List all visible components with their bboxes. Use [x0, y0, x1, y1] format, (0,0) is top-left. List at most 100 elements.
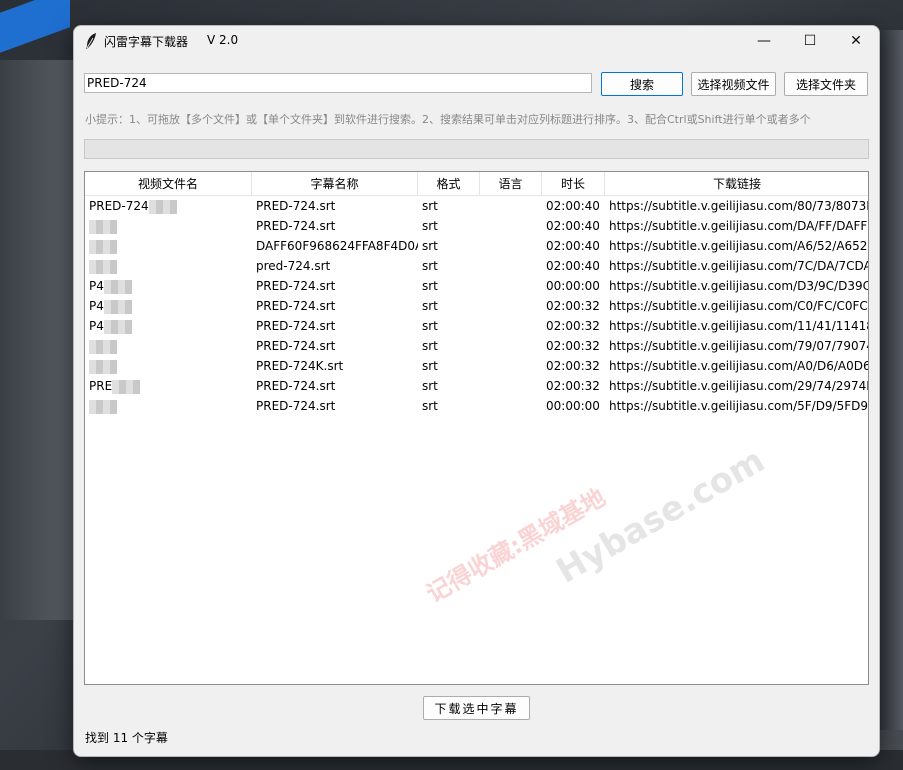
- table-cell: 02:00:32: [546, 319, 600, 333]
- desktop-backdrop-left: [0, 60, 75, 620]
- table-cell: srt: [422, 239, 438, 253]
- table-cell: srt: [422, 399, 438, 413]
- column-header-duration[interactable]: 时长: [542, 172, 605, 195]
- table-cell: [480, 236, 542, 256]
- table-cell: 02:00:40: [546, 219, 600, 233]
- results-table: 视频文件名 字幕名称 格式 语言 时长 下载链接 PRED-724 PRED-72…: [84, 171, 869, 685]
- pixelated-mosaic: [103, 299, 132, 314]
- table-cell: PRED-724.srt: [256, 199, 336, 213]
- table-cell: [85, 396, 252, 416]
- status-text: 找到 11 个字幕: [85, 731, 168, 745]
- table-cell: PRED-724.srt: [256, 319, 336, 333]
- table-row[interactable]: P4 PRED-724.srt srt 02:00:32 https://subtitl…: [85, 296, 868, 316]
- video-filename: P4: [89, 319, 104, 333]
- table-cell: PRED-724: [85, 196, 252, 216]
- table-row[interactable]: PRED-724.srt srt 02:00:32 https://subtitle.…: [85, 336, 869, 356]
- table-cell: srt: [422, 299, 438, 313]
- minimize-button[interactable]: —: [741, 26, 787, 56]
- table-cell: https://subtitle.v.geilijiasu.com/11/41/…: [609, 319, 869, 333]
- table-cell: DAFF60F968624FFA8F4D0A1: [256, 239, 418, 253]
- table-cell: PRED-724.srt: [256, 219, 336, 233]
- column-header-video[interactable]: 视频文件名: [85, 172, 252, 195]
- table-cell: srt: [422, 359, 438, 373]
- table-cell: PRED-724.srt: [256, 379, 336, 393]
- progress-bar: [84, 139, 869, 159]
- table-cell: [480, 396, 542, 416]
- table-cell: [480, 196, 542, 216]
- pixelated-mosaic: [89, 259, 117, 274]
- pixelated-mosaic: [148, 199, 177, 214]
- table-cell: pred-724.srt: [256, 259, 331, 273]
- column-header-link[interactable]: 下载链接: [605, 172, 868, 195]
- video-filename: PRED-724: [89, 199, 149, 213]
- select-folder-button[interactable]: 选择文件夹: [784, 72, 868, 96]
- table-cell: https://subtitle.v.geilijiasu.com/5F/D9/…: [609, 399, 869, 413]
- table-row[interactable]: PRED-724.srt srt 00:00:00 https://subtitle.…: [85, 396, 869, 416]
- desktop-backdrop-blue: [0, 0, 70, 53]
- column-header-language[interactable]: 语言: [480, 172, 542, 195]
- table-row[interactable]: P4 PRED-724.srt srt 02:00:32 https://subtitl…: [85, 316, 869, 336]
- pixelated-mosaic: [89, 339, 117, 354]
- table-cell: 02:00:32: [546, 359, 600, 373]
- table-row[interactable]: PRED-724.srt srt 02:00:40 https://subtitle.…: [85, 216, 868, 236]
- table-cell: srt: [422, 379, 438, 393]
- pixelated-mosaic: [89, 219, 117, 234]
- column-header-format[interactable]: 格式: [418, 172, 480, 195]
- table-cell: https://subtitle.v.geilijiasu.com/80/73/…: [609, 199, 869, 213]
- table-cell: 02:00:40: [546, 239, 600, 253]
- title-bar[interactable]: 闪雷字幕下载器 V 2.0 — ☐ ✕: [74, 26, 879, 56]
- table-cell: [480, 276, 542, 296]
- column-header-subtitle[interactable]: 字幕名称: [252, 172, 418, 195]
- download-selected-button[interactable]: 下载选中字幕: [423, 696, 530, 720]
- table-header: 视频文件名 字幕名称 格式 语言 时长 下载链接: [85, 172, 868, 196]
- table-body: PRED-724 PRED-724.srt srt 02:00:40 https://s…: [85, 196, 869, 416]
- table-cell: [85, 336, 252, 356]
- table-cell: [480, 356, 542, 376]
- table-cell: 02:00:32: [546, 339, 600, 353]
- table-cell: PRED-724.srt: [256, 339, 336, 353]
- table-cell: PRE: [85, 376, 252, 396]
- table-cell: [480, 256, 542, 276]
- table-cell: [480, 296, 542, 316]
- maximize-button[interactable]: ☐: [787, 26, 833, 56]
- search-input[interactable]: [84, 73, 592, 93]
- table-row[interactable]: pred-724.srt srt 02:00:40 https://subtitle.…: [85, 256, 869, 276]
- table-cell: https://subtitle.v.geilijiasu.com/29/74/…: [609, 379, 869, 393]
- table-cell: srt: [422, 279, 438, 293]
- table-cell: 00:00:00: [546, 279, 600, 293]
- table-cell: [480, 316, 542, 336]
- window-version: V 2.0: [207, 33, 239, 47]
- table-cell: srt: [422, 319, 438, 333]
- table-cell: PRED-724.srt: [256, 279, 336, 293]
- table-cell: https://subtitle.v.geilijiasu.com/7C/DA/…: [609, 259, 869, 273]
- table-cell: 02:00:40: [546, 199, 600, 213]
- pixelated-mosaic: [89, 359, 117, 374]
- table-cell: srt: [422, 339, 438, 353]
- table-cell: P4: [85, 296, 252, 316]
- pixelated-mosaic: [89, 239, 117, 254]
- video-filename: PRE: [89, 379, 113, 393]
- table-cell: srt: [422, 219, 438, 233]
- window-title: 闪雷字幕下载器: [104, 35, 189, 49]
- video-filename: P4: [89, 279, 104, 293]
- select-video-button[interactable]: 选择视频文件: [691, 72, 776, 96]
- table-row[interactable]: PRED-724K.srt srt 02:00:32 https://subtitle…: [85, 356, 868, 376]
- table-row[interactable]: DAFF60F968624FFA8F4D0A1 srt 02:00:40 https:…: [85, 236, 868, 256]
- table-row[interactable]: PRE PRED-724.srt srt 02:00:32 https://subtit…: [85, 376, 869, 396]
- table-cell: PRED-724.srt: [256, 299, 336, 313]
- table-cell: https://subtitle.v.geilijiasu.com/79/07/…: [609, 339, 869, 353]
- table-cell: [480, 216, 542, 236]
- table-row[interactable]: PRED-724 PRED-724.srt srt 02:00:40 https://s…: [85, 196, 869, 216]
- table-cell: P4: [85, 276, 252, 296]
- table-cell: 02:00:32: [546, 299, 600, 313]
- table-cell: [85, 356, 252, 376]
- table-row[interactable]: P4 PRED-724.srt srt 00:00:00 https://subtitl…: [85, 276, 869, 296]
- table-cell: [85, 216, 252, 236]
- search-button[interactable]: 搜索: [601, 72, 683, 96]
- table-cell: [480, 336, 542, 356]
- table-cell: P4: [85, 316, 252, 336]
- table-cell: https://subtitle.v.geilijiasu.com/D3/9C/…: [609, 279, 869, 293]
- feather-icon: [86, 33, 96, 49]
- close-button[interactable]: ✕: [833, 26, 879, 56]
- table-cell: PRED-724K.srt: [256, 359, 344, 373]
